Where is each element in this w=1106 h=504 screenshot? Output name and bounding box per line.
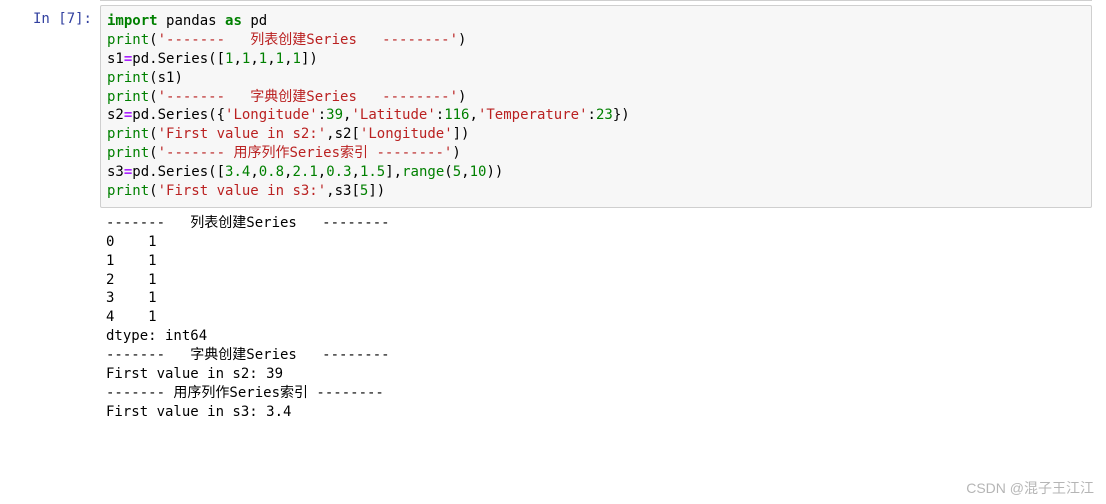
str-key-longitude: 'Longitude': [225, 107, 318, 123]
num: 2.1: [292, 164, 317, 180]
code-input[interactable]: import pandas as pd print('------- 列表创建S…: [100, 5, 1092, 208]
output-line: ------- 用序列作Series索引 --------: [106, 385, 384, 401]
num: 3.4: [225, 164, 250, 180]
id-s2: s2: [335, 126, 352, 142]
fn-print: print: [107, 32, 149, 48]
output-line: 0 1: [106, 234, 157, 250]
id-pdseries: pd.Series: [132, 164, 208, 180]
id-pandas: pandas: [166, 13, 217, 29]
id-s1: s1: [158, 70, 175, 86]
kw-import: import: [107, 13, 158, 29]
id-s3: s3: [335, 183, 352, 199]
id-pd: pd: [250, 13, 267, 29]
num: 5: [360, 183, 368, 199]
output-line: First value in s2: 39: [106, 366, 283, 382]
fn-print: print: [107, 70, 149, 86]
num: 10: [470, 164, 487, 180]
str-key-temperature: 'Temperature': [478, 107, 588, 123]
num: 1: [259, 51, 267, 67]
id-s2: s2: [107, 107, 124, 123]
notebook-cell: In [7]: import pandas as pd print('-----…: [0, 1, 1106, 424]
output-line: First value in s3: 3.4: [106, 404, 291, 420]
num: 1.5: [360, 164, 385, 180]
num: 1: [293, 51, 301, 67]
num: 0.3: [326, 164, 351, 180]
kw-as: as: [225, 13, 242, 29]
fn-range: range: [402, 164, 444, 180]
cell-output: ------- 列表创建Series -------- 0 1 1 1 2 1 …: [100, 208, 1092, 424]
str-dict-header: '------- 字典创建Series --------': [158, 89, 458, 105]
str-first-s2: 'First value in s2:': [158, 126, 327, 142]
num: 0.8: [259, 164, 284, 180]
output-line: ------- 字典创建Series --------: [106, 347, 390, 363]
num: 1: [225, 51, 233, 67]
fn-print: print: [107, 89, 149, 105]
num: 23: [596, 107, 613, 123]
output-line: 2 1: [106, 272, 157, 288]
num: 5: [453, 164, 461, 180]
cell-body: import pandas as pd print('------- 列表创建S…: [100, 5, 1092, 424]
input-prompt: In [7]:: [0, 5, 100, 27]
id-s1: s1: [107, 51, 124, 67]
output-line: 1 1: [106, 253, 157, 269]
output-line: ------- 列表创建Series --------: [106, 215, 390, 231]
num: 1: [242, 51, 250, 67]
output-line: 4 1: [106, 309, 157, 325]
output-line: 3 1: [106, 290, 157, 306]
str-list-header: '------- 列表创建Series --------': [158, 32, 458, 48]
id-pdseries: pd.Series: [132, 107, 208, 123]
str-first-s3: 'First value in s3:': [158, 183, 327, 199]
watermark: CSDN @混子王江江: [966, 478, 1094, 498]
fn-print: print: [107, 145, 149, 161]
fn-print: print: [107, 126, 149, 142]
str-key-longitude: 'Longitude': [360, 126, 453, 142]
str-seq-header: '------- 用序列作Series索引 --------': [158, 145, 453, 161]
str-key-latitude: 'Latitude': [351, 107, 435, 123]
num: 39: [326, 107, 343, 123]
fn-print: print: [107, 183, 149, 199]
num: 116: [444, 107, 469, 123]
id-s3: s3: [107, 164, 124, 180]
id-pdseries: pd.Series: [132, 51, 208, 67]
output-line: dtype: int64: [106, 328, 207, 344]
num: 1: [276, 51, 284, 67]
